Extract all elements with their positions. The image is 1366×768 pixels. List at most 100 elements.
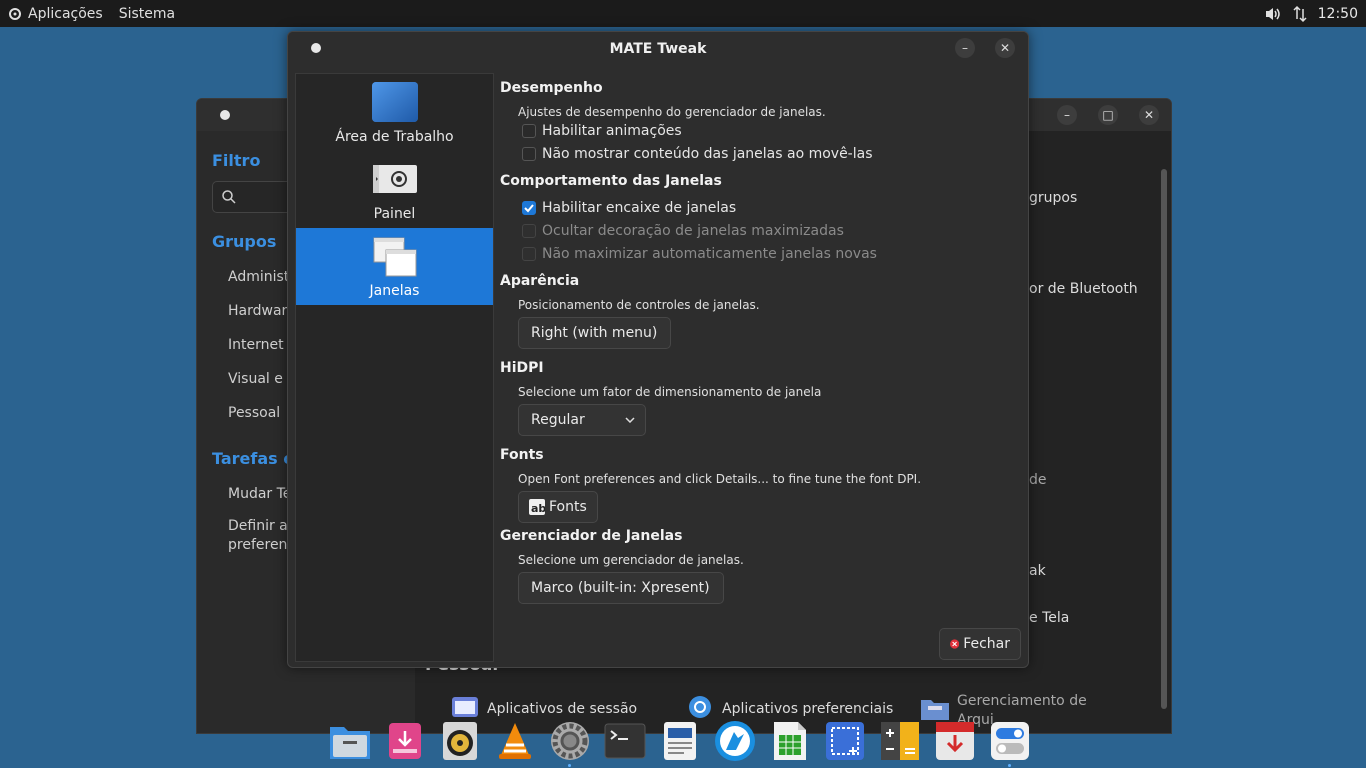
groups-title: Grupos xyxy=(212,232,277,251)
item-fragment[interactable]: e Tela xyxy=(1029,610,1069,626)
font-icon: ab xyxy=(529,499,545,515)
windows-icon xyxy=(373,237,417,277)
button-layout-select[interactable]: Right (with menu) xyxy=(518,317,671,349)
update-manager-icon xyxy=(935,722,974,760)
applications-menu[interactable]: Aplicações xyxy=(0,0,111,27)
group-item[interactable]: Pessoal xyxy=(228,405,280,421)
item-fragment[interactable]: de xyxy=(1029,472,1047,488)
clock[interactable]: 12:50 xyxy=(1318,6,1358,22)
hidpi-title: HiDPI xyxy=(500,360,544,376)
checkbox-box[interactable] xyxy=(522,247,536,261)
dock-item-screenshot[interactable] xyxy=(817,714,872,768)
filter-title: Filtro xyxy=(212,151,261,170)
system-tray: 12:50 xyxy=(1264,0,1366,27)
control-toggle-icon xyxy=(990,722,1029,760)
close-circle-icon xyxy=(950,639,960,649)
dock-item-software[interactable] xyxy=(377,714,432,768)
dock-item-document-viewer[interactable] xyxy=(652,714,707,768)
task-item[interactable]: Mudar Te xyxy=(228,486,291,502)
group-item[interactable]: Hardware xyxy=(228,303,296,319)
window-manager-select[interactable]: Marco (built-in: Xpresent) xyxy=(518,572,724,604)
minimize-button[interactable]: – xyxy=(1057,105,1077,125)
dock-item-update-manager[interactable] xyxy=(927,714,982,768)
no-auto-maximize-checkbox[interactable]: Não maximizar automaticamente janelas no… xyxy=(522,246,877,262)
maximize-button[interactable]: □ xyxy=(1098,105,1118,125)
volume-icon[interactable] xyxy=(1264,6,1282,22)
checkbox-label: Não maximizar automaticamente janelas no… xyxy=(542,246,877,262)
vlc-icon xyxy=(498,723,531,759)
panel-icon xyxy=(373,165,417,193)
sidebar-item-label: Painel xyxy=(373,206,416,222)
enable-snapping-checkbox[interactable]: Habilitar encaixe de janelas xyxy=(522,200,736,216)
minimize-button[interactable]: – xyxy=(955,38,975,58)
window-menu-icon[interactable] xyxy=(311,43,321,53)
sidebar-item-desktop[interactable]: Área de Trabalho xyxy=(296,74,493,151)
web-browser-icon xyxy=(714,721,755,761)
close-dialog-label: Fechar xyxy=(963,636,1010,652)
sidebar-item-label: Janelas xyxy=(369,283,420,299)
hide-content-moving-checkbox[interactable]: Não mostrar conteúdo das janelas ao movê… xyxy=(522,146,873,162)
tweak-sidebar: Área de Trabalho Painel Janelas xyxy=(295,73,494,662)
appearance-desc: Posicionamento de controles de janelas. xyxy=(518,298,760,312)
close-button[interactable]: ✕ xyxy=(1139,105,1159,125)
wm-desc: Selecione um gerenciador de janelas. xyxy=(518,553,744,567)
checkbox-label: Habilitar encaixe de janelas xyxy=(542,200,737,216)
top-panel: Aplicações Sistema 12:50 xyxy=(0,0,1366,27)
dock-item-browser[interactable] xyxy=(707,714,762,768)
hidpi-desc: Selecione um fator de dimensionamento de… xyxy=(518,385,822,399)
network-icon[interactable] xyxy=(1292,5,1308,23)
document-viewer-icon xyxy=(663,722,696,760)
dock-item-vlc[interactable] xyxy=(487,714,542,768)
dock-item-terminal[interactable] xyxy=(597,714,652,768)
checkbox-box[interactable] xyxy=(522,147,536,161)
dock-item-control-toggle[interactable] xyxy=(982,714,1037,768)
window-menu-icon[interactable] xyxy=(220,110,230,120)
scrollbar[interactable] xyxy=(1161,169,1167,709)
select-value: Marco (built-in: Xpresent) xyxy=(531,580,710,596)
running-indicator xyxy=(1008,764,1011,767)
select-value: Regular xyxy=(531,412,585,428)
dock-item-settings[interactable] xyxy=(542,714,597,768)
select-value: Right (with menu) xyxy=(531,325,658,341)
window-title: MATE Tweak xyxy=(288,32,1028,66)
music-player-icon xyxy=(442,722,477,760)
system-menu[interactable]: Sistema xyxy=(111,0,183,27)
dock-item-calculator[interactable] xyxy=(872,714,927,768)
group-item[interactable]: Administr xyxy=(228,269,295,285)
fonts-button[interactable]: ab Fonts xyxy=(518,491,598,523)
task-item[interactable]: preferenc xyxy=(228,537,295,553)
checkbox-label: Habilitar animações xyxy=(542,123,682,139)
dock-item-files[interactable] xyxy=(322,714,377,768)
screenshot-icon xyxy=(825,722,864,760)
item-fragment[interactable]: grupos xyxy=(1029,190,1077,206)
dock-item-music[interactable] xyxy=(432,714,487,768)
spreadsheet-icon xyxy=(773,722,806,760)
hide-decoration-checkbox[interactable]: Ocultar decoração de janelas maximizadas xyxy=(522,223,844,239)
close-dialog-button[interactable]: Fechar xyxy=(939,628,1021,660)
settings-icon xyxy=(550,722,589,760)
item-fragment[interactable]: or de Bluetooth xyxy=(1029,281,1138,297)
sidebar-item-windows[interactable]: Janelas xyxy=(296,228,493,305)
app-file-management[interactable]: Gerenciamento de xyxy=(957,693,1087,709)
sidebar-item-panel[interactable]: Painel xyxy=(296,151,493,228)
appearance-title: Aparência xyxy=(500,273,580,289)
mate-tweak-window: MATE Tweak – ✕ Área de Trabalho Painel J… xyxy=(287,31,1029,668)
checkbox-label: Ocultar decoração de janelas maximizadas xyxy=(542,223,844,239)
close-button[interactable]: ✕ xyxy=(995,38,1015,58)
hidpi-select[interactable]: Regular xyxy=(518,404,646,436)
file-manager-icon xyxy=(329,727,370,759)
fonts-title: Fonts xyxy=(500,447,544,463)
system-menu-label: Sistema xyxy=(118,5,176,22)
checkbox-box[interactable] xyxy=(522,224,536,238)
checkbox-box[interactable] xyxy=(522,201,536,215)
performance-title: Desempenho xyxy=(500,80,603,96)
sidebar-item-label: Área de Trabalho xyxy=(335,129,454,145)
terminal-icon xyxy=(604,723,645,759)
checkbox-box[interactable] xyxy=(522,124,536,138)
enable-animations-checkbox[interactable]: Habilitar animações xyxy=(522,123,682,139)
item-fragment[interactable]: ak xyxy=(1029,563,1046,579)
software-installer-icon xyxy=(388,723,421,759)
fonts-button-label: Fonts xyxy=(549,499,587,515)
desktop-icon xyxy=(372,82,418,122)
dock-item-spreadsheet[interactable] xyxy=(762,714,817,768)
